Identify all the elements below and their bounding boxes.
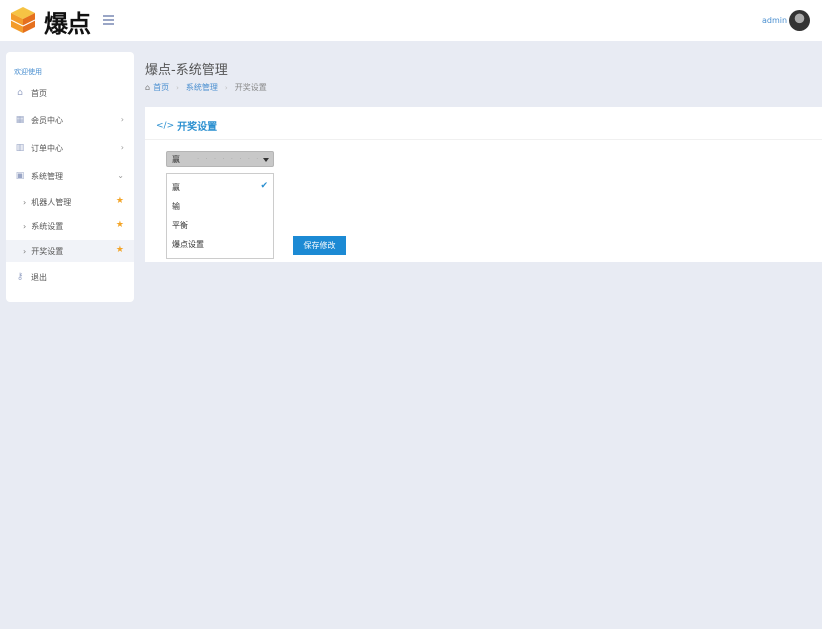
sidebar-subitem-label: 开奖设置: [31, 246, 64, 256]
top-bar: 爆点 admin: [0, 0, 822, 41]
sidebar-item-label: 首页: [31, 88, 47, 98]
breadcrumb-home-link[interactable]: 首页: [153, 82, 169, 93]
star-icon: ★: [115, 196, 124, 206]
breadcrumb-section-link[interactable]: 系统管理: [186, 82, 218, 93]
select-option[interactable]: 赢 ✔: [167, 178, 273, 197]
settings-card: </> 开奖设置 赢 · · · · · · · · · 赢 ✔ 输 平衡 爆点…: [145, 107, 822, 262]
window-icon: ▣: [15, 171, 25, 181]
breadcrumb-current: 开奖设置: [234, 83, 267, 92]
home-icon: ⌂: [17, 88, 23, 98]
chevron-right-icon: ›: [23, 197, 27, 207]
save-button[interactable]: 保存修改: [293, 236, 346, 255]
sidebar-item-system[interactable]: ▣ 系统管理 ⌄: [6, 165, 134, 187]
select-option[interactable]: 平衡: [167, 216, 273, 235]
sidebar: 欢迎使用 ⌂ 首页 ▦ 会员中心 › ▥ 订单中心 › ▣ 系统管理 ⌄ › 机…: [6, 52, 134, 302]
table-icon: ▦: [15, 115, 25, 125]
caret-down-icon: [263, 158, 269, 162]
sidebar-subitem-lottery[interactable]: › 开奖设置 ★: [6, 240, 134, 262]
result-select[interactable]: 赢 · · · · · · · · ·: [166, 151, 274, 167]
sidebar-item-home[interactable]: ⌂ 首页: [6, 82, 134, 104]
logo-icon: [10, 7, 36, 33]
card-title-text: 开奖设置: [177, 122, 218, 133]
select-option[interactable]: 爆点设置: [167, 235, 273, 254]
breadcrumb-separator: ›: [224, 83, 228, 92]
sidebar-item-label: 会员中心: [31, 115, 63, 125]
user-name[interactable]: admin: [762, 16, 787, 25]
chevron-right-icon: ›: [23, 246, 27, 256]
code-icon: </>: [156, 120, 175, 131]
chevron-down-icon: ⌄: [117, 171, 124, 180]
divider: [145, 139, 822, 140]
option-label: 爆点设置: [172, 240, 204, 249]
sidebar-subitem-robots[interactable]: › 机器人管理 ★: [6, 191, 134, 213]
star-icon: ★: [115, 220, 124, 230]
option-label: 赢: [172, 183, 180, 192]
home-icon: ⌂: [145, 83, 151, 92]
sidebar-subitem-label: 系统设置: [31, 221, 64, 231]
chevron-right-icon: ›: [120, 143, 124, 152]
select-dropdown: 赢 ✔ 输 平衡 爆点设置: [166, 173, 274, 259]
avatar[interactable]: [789, 10, 810, 31]
logo-text: 爆点: [44, 10, 91, 38]
sidebar-subitem-settings[interactable]: › 系统设置 ★: [6, 215, 134, 237]
sidebar-item-logout[interactable]: ⚷ 退出: [6, 266, 134, 288]
chevron-right-icon: ›: [120, 115, 124, 124]
card-title: </> 开奖设置: [156, 118, 218, 134]
sidebar-item-orders[interactable]: ▥ 订单中心 ›: [6, 137, 134, 159]
sidebar-subitem-label: 机器人管理: [31, 197, 72, 207]
menu-toggle-icon[interactable]: [103, 15, 114, 25]
key-icon: ⚷: [16, 272, 24, 282]
page-title: 爆点-系统管理: [145, 63, 228, 78]
select-value: 赢: [172, 155, 180, 164]
bar-chart-icon: ▥: [15, 143, 25, 153]
breadcrumb: ⌂ 首页 › 系统管理 › 开奖设置: [145, 82, 267, 93]
sidebar-welcome: 欢迎使用: [14, 68, 42, 76]
sidebar-item-label: 退出: [31, 272, 47, 282]
breadcrumb-separator: ›: [176, 83, 179, 92]
select-option[interactable]: 输: [167, 197, 273, 216]
sidebar-item-members[interactable]: ▦ 会员中心 ›: [6, 109, 134, 131]
star-icon: ★: [115, 245, 124, 255]
chevron-right-icon: ›: [23, 221, 27, 231]
select-placeholder-dots: · · · · · · · · ·: [197, 155, 269, 163]
option-label: 输: [172, 202, 180, 211]
sidebar-item-label: 订单中心: [31, 143, 63, 153]
check-icon: ✔: [260, 181, 268, 191]
sidebar-item-label: 系统管理: [31, 171, 63, 181]
option-label: 平衡: [172, 221, 188, 230]
